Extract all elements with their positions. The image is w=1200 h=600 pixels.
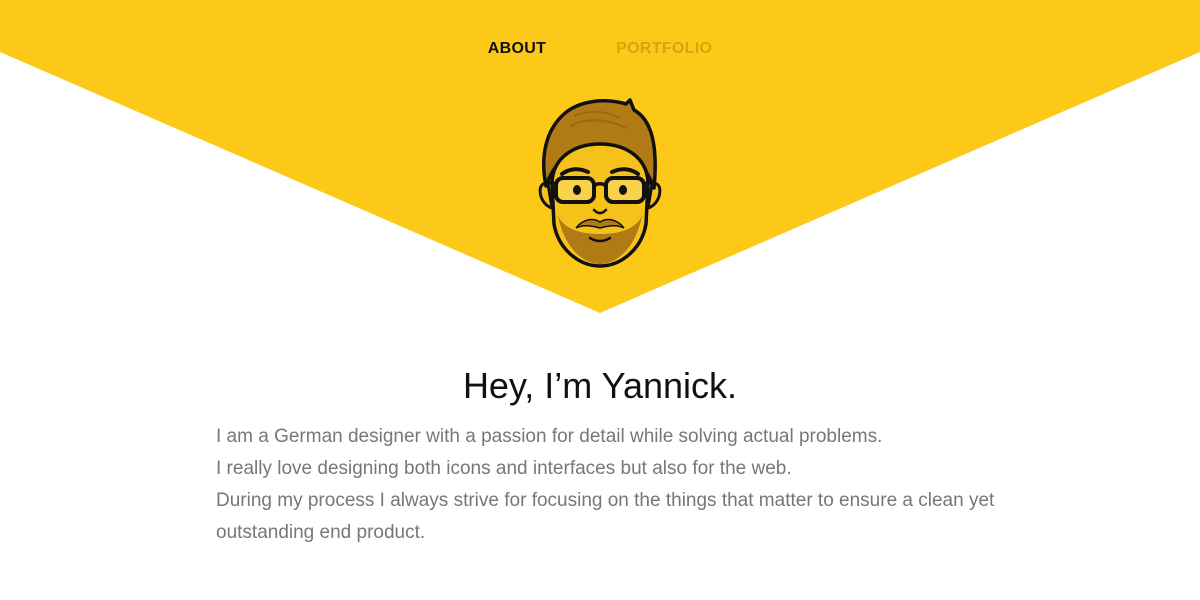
bio-line: I really love designing both icons and i… [216,458,792,479]
top-nav: ABOUT PORTFOLIO [0,38,1200,60]
page: ABOUT PORTFOLIO Hey, I’m Yannick. I am a… [0,0,1200,600]
avatar-icon [538,98,662,268]
bio-line: I am a German designer with a passion fo… [216,426,883,447]
bio-line: During my process I always strive for fo… [216,490,995,543]
nav-link-portfolio[interactable]: PORTFOLIO [616,38,712,60]
page-title: Hey, I’m Yannick. [462,365,738,406]
bio-paragraph: I am a German designer with a passion fo… [216,421,996,549]
nav-link-about[interactable]: ABOUT [488,38,546,60]
